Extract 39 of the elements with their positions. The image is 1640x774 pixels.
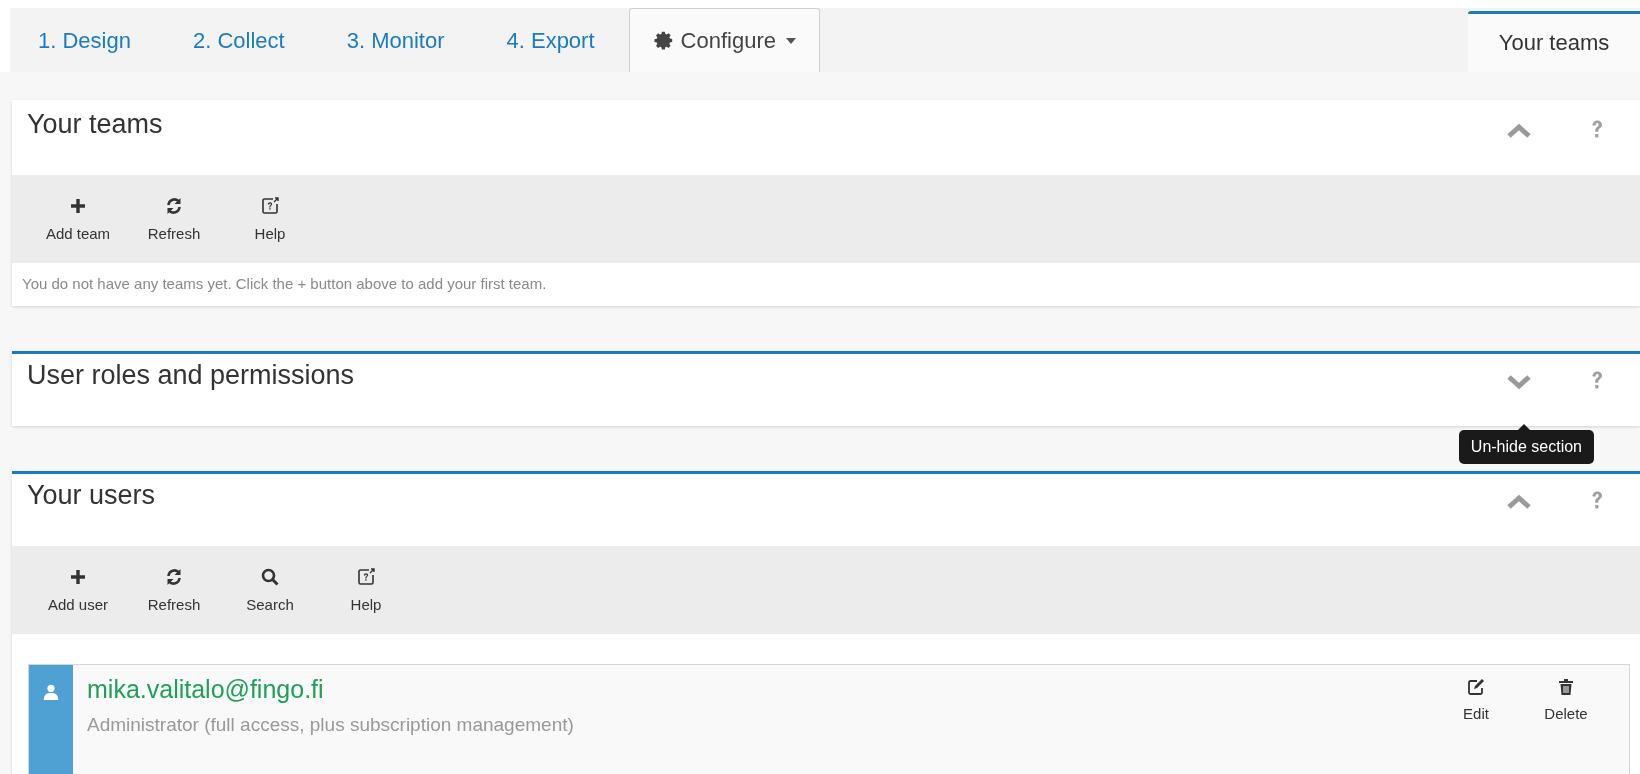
section-title: Your users bbox=[27, 480, 157, 511]
tooltip: Un-hide section bbox=[1458, 430, 1594, 464]
nav-tab[interactable]: 4. Export bbox=[478, 8, 623, 72]
nav-tab[interactable]: 3. Monitor bbox=[318, 8, 473, 72]
chevron-icon[interactable] bbox=[1506, 494, 1532, 510]
toolbar-button[interactable]: Help bbox=[318, 546, 414, 634]
caret-icon bbox=[785, 37, 796, 44]
chevron-icon[interactable] bbox=[1506, 374, 1532, 390]
user-icon bbox=[42, 683, 60, 701]
nav-tab[interactable]: 2. Collect bbox=[164, 8, 313, 72]
search-icon bbox=[260, 567, 280, 587]
empty-message: You do not have any teams yet. Click the + button above to add your first team. bbox=[21, 274, 548, 294]
nav-tab[interactable]: 1. Design bbox=[10, 8, 159, 72]
help-box-icon bbox=[356, 567, 376, 587]
refresh-icon bbox=[164, 567, 184, 587]
edit-icon bbox=[1466, 677, 1486, 697]
nav-tab[interactable]: Configure bbox=[628, 8, 820, 72]
section-title: User roles and permissions bbox=[27, 360, 356, 391]
plus-icon bbox=[68, 567, 88, 587]
user-action-button[interactable]: Delete bbox=[1521, 677, 1611, 722]
toolbar-button[interactable]: Refresh bbox=[126, 175, 222, 263]
trash-icon bbox=[1556, 677, 1576, 697]
toolbar-button[interactable]: Refresh bbox=[126, 546, 222, 634]
user-role: Administrator (full access, plus subscription management) bbox=[87, 714, 575, 736]
refresh-icon bbox=[164, 196, 184, 216]
toolbar-button[interactable]: Search bbox=[222, 546, 318, 634]
help-box-icon bbox=[260, 196, 280, 216]
help-icon[interactable] bbox=[1590, 119, 1604, 139]
help-icon[interactable] bbox=[1590, 490, 1604, 510]
user-action-button[interactable]: Edit bbox=[1431, 677, 1521, 722]
toolbar-button[interactable]: Add team bbox=[30, 175, 126, 263]
toolbar-button[interactable]: Add user bbox=[30, 546, 126, 634]
section-title: Your teams bbox=[27, 109, 164, 140]
help-icon[interactable] bbox=[1590, 370, 1604, 390]
plus-icon bbox=[68, 196, 88, 216]
toolbar-button[interactable]: Help bbox=[222, 175, 318, 263]
gear-icon bbox=[652, 29, 675, 52]
chevron-icon[interactable] bbox=[1506, 123, 1532, 139]
section-tab[interactable]: Your teams bbox=[1468, 11, 1640, 72]
